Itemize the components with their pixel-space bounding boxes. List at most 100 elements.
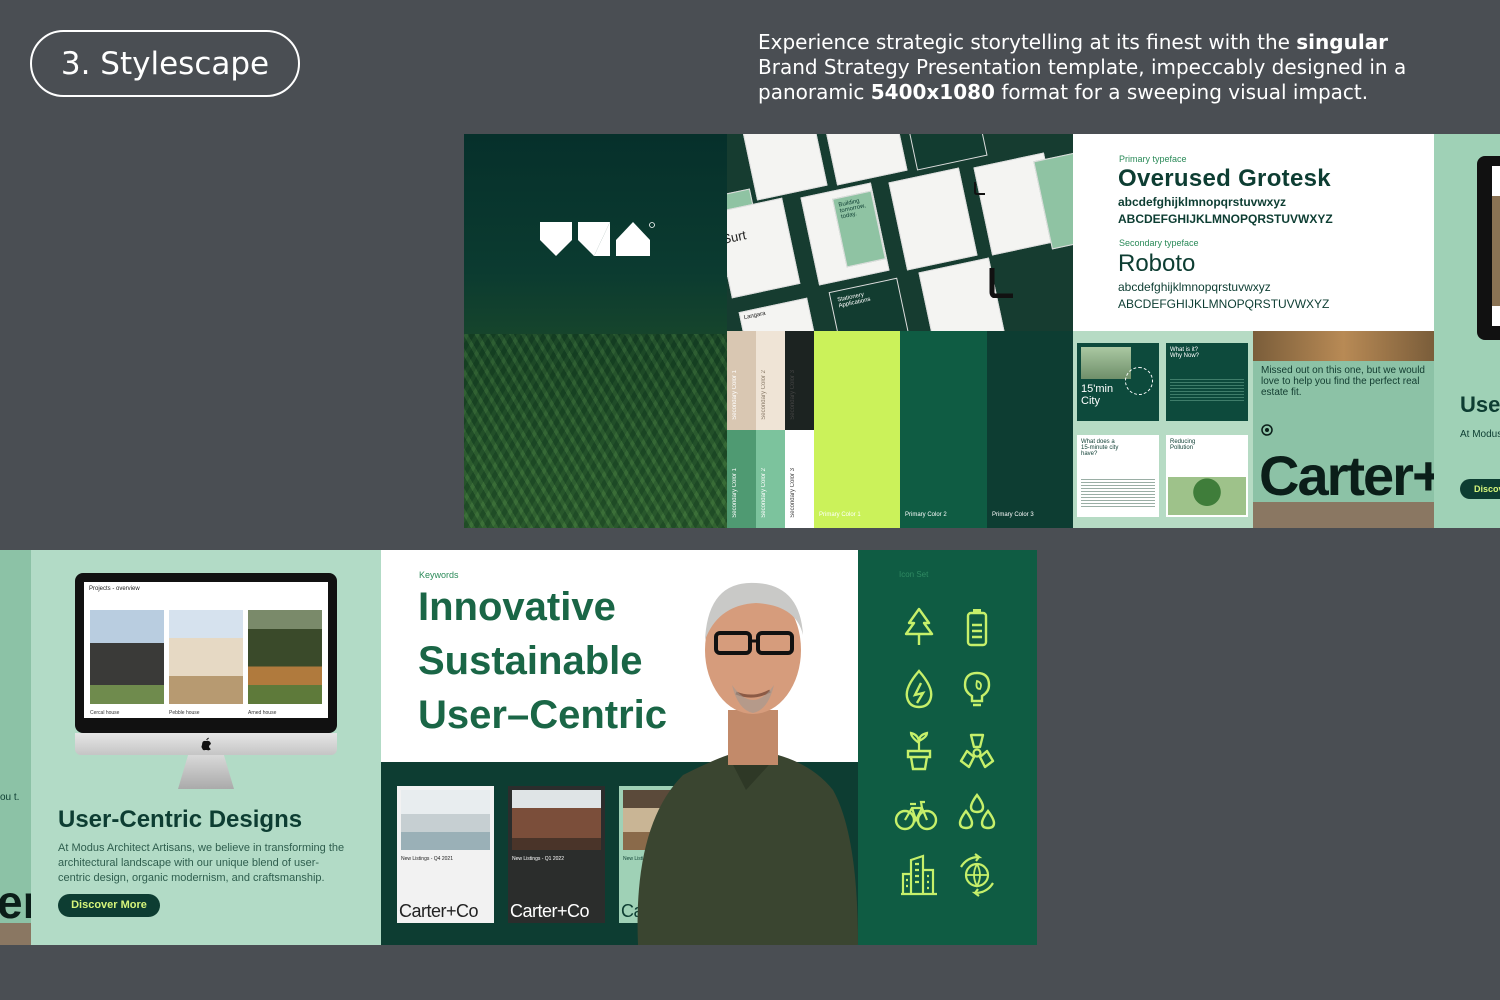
swatch-label: Primary Color 2 xyxy=(905,512,947,518)
collage-word-surt: Surt xyxy=(727,197,801,299)
listing-brand: Carter+Co xyxy=(399,901,479,921)
imac-mockup: Projects - overview Cercal house Pebble … xyxy=(75,573,337,733)
swatch-secondary-1-top: Secondary Color 1 xyxy=(727,331,756,430)
leaf-drop-icon xyxy=(905,669,933,709)
edge-text: At Modus architect centric d xyxy=(1460,429,1500,440)
water-drops-icon xyxy=(958,792,996,830)
icon-set-panel: Icon Set xyxy=(858,550,1037,945)
edge-panel: Use At Modus architect centric d Discov xyxy=(1434,134,1500,528)
page-title: Reducing Pollution xyxy=(1170,439,1196,451)
secondary-typeface-lower: abcdefghijklmnopqrstuvwxyz xyxy=(1118,280,1271,294)
swatch-secondary-3-bottom: Secondary Color 3 xyxy=(785,430,814,528)
collage-mark xyxy=(989,268,1013,298)
intro-paragraph: Experience strategic storytelling at its… xyxy=(758,30,1448,105)
promo-heading: User-Centric Designs xyxy=(58,806,303,833)
target-icon xyxy=(1261,424,1273,436)
recycle-globe-icon xyxy=(960,853,994,897)
forest-texture xyxy=(464,334,727,528)
potted-plant-icon xyxy=(906,731,932,771)
brochure-pages: 15'min City What is it? Why Now? What do… xyxy=(1073,331,1253,528)
monitor-edge xyxy=(1477,156,1500,340)
imac-stand xyxy=(178,755,234,789)
listing-card-1[interactable]: New Listings - Q4 2021 Carter+Co xyxy=(397,786,494,923)
intro-text-1: Experience strategic storytelling at its… xyxy=(758,30,1297,54)
imac-chin xyxy=(75,733,337,755)
keyword-sustainable: Sustainable xyxy=(418,639,643,683)
project-photo-3[interactable] xyxy=(248,610,322,704)
billboard-brand: Carter+ xyxy=(1259,444,1434,507)
page-title: What does a 15-minute city have? xyxy=(1081,439,1119,457)
keywords-label: Keywords xyxy=(419,570,459,580)
page-what-is-it: What is it? Why Now? xyxy=(1166,343,1248,421)
imac-screen: Projects - overview Cercal house Pebble … xyxy=(84,582,328,718)
tree-icon xyxy=(904,607,934,645)
swatch-label: Secondary Color 1 xyxy=(732,468,738,518)
edge-pavement xyxy=(0,923,31,945)
collage-mark-small xyxy=(974,182,985,195)
stylescape-strip-top: Surt Building tomorrow, today. Langara S… xyxy=(464,134,1500,528)
edge-fragment-text: ou t. xyxy=(0,792,20,803)
edge-brand-fragment: er xyxy=(0,876,31,928)
project-caption-3: Arned house xyxy=(248,710,277,716)
billboard-wood xyxy=(1253,331,1434,361)
discover-more-button[interactable]: Discover More xyxy=(58,894,160,917)
swatch-primary-1: Primary Color 1 xyxy=(814,331,900,528)
swatch-label: Secondary Color 1 xyxy=(732,370,738,420)
primary-typeface-lower: abcdefghijklmnopqrstuvwxyz xyxy=(1118,195,1287,209)
page-what-does: What does a 15-minute city have? xyxy=(1077,435,1159,517)
swatch-primary-3: Primary Color 3 xyxy=(987,331,1073,528)
billboard-pavement xyxy=(1253,502,1434,528)
edge-heading: Use xyxy=(1460,392,1500,417)
swatch-label: Secondary Color 3 xyxy=(790,468,796,518)
primary-typeface-name: Overused Grotesk xyxy=(1118,165,1331,192)
swatch-label: Primary Color 3 xyxy=(992,512,1034,518)
swatch-secondary-1-bottom: Secondary Color 1 xyxy=(727,430,756,528)
swatch-label: Primary Color 1 xyxy=(819,512,861,518)
collage-word-langara: Langara xyxy=(738,297,826,331)
battery-icon xyxy=(966,609,988,647)
project-photo-1[interactable] xyxy=(90,610,164,704)
project-photo-2[interactable] xyxy=(169,610,243,704)
swatch-label: Secondary Color 2 xyxy=(761,370,767,420)
page-reducing-pollution: Reducing Pollution xyxy=(1166,435,1248,517)
radiation-icon xyxy=(959,733,995,769)
billboard-mockup: Missed out on this one, but we would lov… xyxy=(1253,331,1434,528)
intro-emphasis-2: 5400x1080 xyxy=(870,80,995,104)
secondary-typeface-label: Secondary typeface xyxy=(1119,238,1199,248)
screen-title: Projects - overview xyxy=(89,586,140,592)
portrait-man xyxy=(637,582,858,945)
listing-card-2[interactable]: New Listings - Q1 2022 Carter+Co xyxy=(508,786,605,923)
brand-logo xyxy=(540,222,655,256)
swatch-label: Secondary Color 2 xyxy=(761,468,767,518)
page-15-min-city: 15'min City xyxy=(1077,343,1159,421)
promo-body: At Modus Architect Artisans, we believe … xyxy=(58,842,345,884)
city-buildings-icon xyxy=(901,854,937,896)
apple-icon xyxy=(201,737,211,751)
secondary-typeface-name: Roboto xyxy=(1118,250,1196,277)
section-label: 3. Stylescape xyxy=(60,45,270,82)
bicycle-icon xyxy=(894,800,938,831)
page-title: What is it? Why Now? xyxy=(1170,347,1200,359)
swatch-secondary-3-top: Secondary Color 3 xyxy=(785,331,814,430)
lightbulb-icon xyxy=(963,671,991,707)
listing-photo xyxy=(401,790,490,850)
project-caption-2: Pebble house xyxy=(169,710,200,716)
forest-panel xyxy=(464,134,727,528)
primary-typeface-label: Primary typeface xyxy=(1119,154,1187,164)
keyword-innovative: Innovative xyxy=(418,585,616,629)
edge-discover-button[interactable]: Discov xyxy=(1460,479,1500,499)
listing-date: New Listings - Q4 2021 xyxy=(401,856,453,862)
listing-photo xyxy=(512,790,601,850)
secondary-typeface-upper: ABCDEFGHIJKLMNOPQRSTUVWXYZ xyxy=(1118,297,1330,311)
collage-word-stationery: Stationery Applications xyxy=(828,277,916,331)
stationery-collage: Surt Building tomorrow, today. Langara S… xyxy=(727,134,1073,331)
intro-emphasis-1: singular xyxy=(1296,30,1389,54)
icon-set-label: Icon Set xyxy=(899,570,929,579)
typography-panel: Primary typeface Overused Grotesk abcdef… xyxy=(1073,134,1434,331)
promo-panel: Projects - overview Cercal house Pebble … xyxy=(31,550,381,945)
billboard-tagline: Missed out on this one, but we would lov… xyxy=(1261,365,1425,398)
listing-brand: Carter+Co xyxy=(510,901,590,921)
stylescape-strip-bottom: ou t. er Projects - overview Cercal hous… xyxy=(0,550,1037,945)
color-palette: Secondary Color 1 Secondary Color 2 Seco… xyxy=(727,331,1073,528)
swatch-secondary-2-top: Secondary Color 2 xyxy=(756,331,785,430)
